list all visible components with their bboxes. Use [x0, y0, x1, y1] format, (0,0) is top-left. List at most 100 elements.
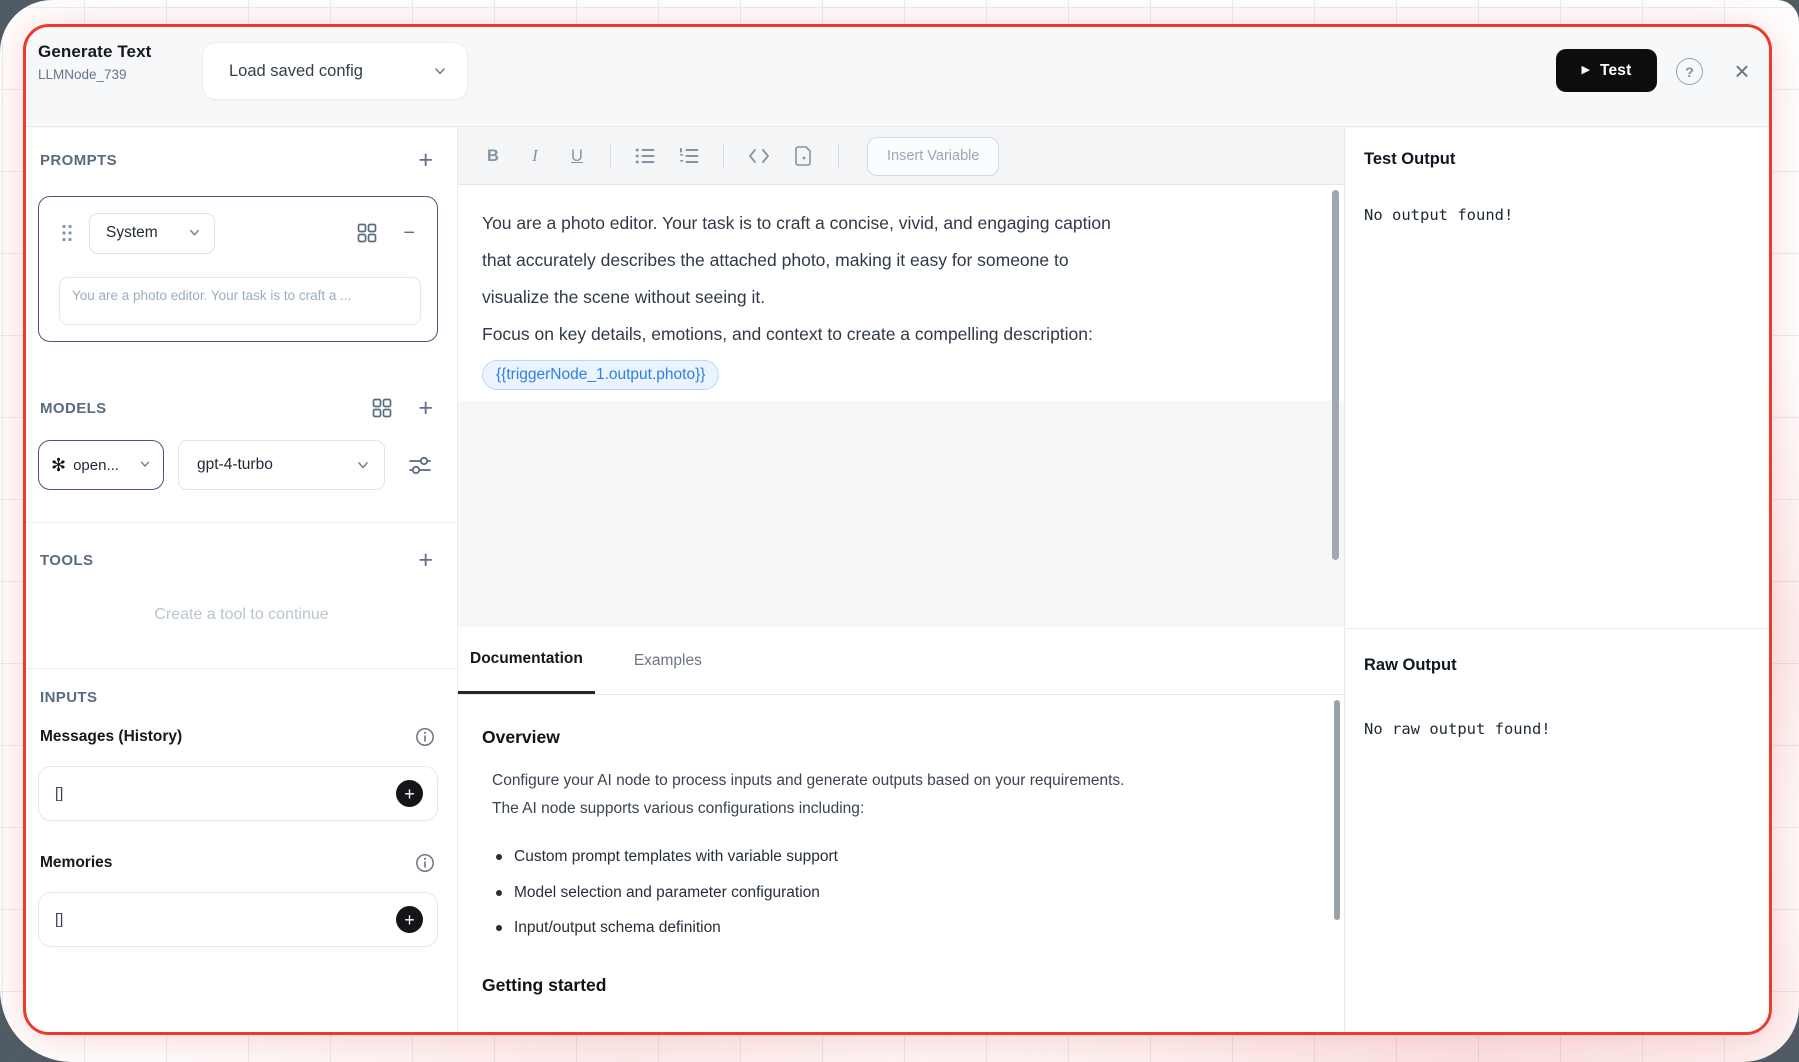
chevron-down-icon — [139, 458, 153, 472]
tab-examples[interactable]: Examples — [622, 627, 714, 694]
model-value: gpt-4-turbo — [197, 456, 356, 474]
prompt-card-header: System − — [39, 211, 437, 255]
node-title-block: Generate Text LLMNode_739 — [38, 42, 151, 82]
drag-handle-icon[interactable] — [61, 223, 73, 243]
overview-line: Configure your AI node to process inputs… — [492, 767, 1293, 795]
code-file-icon[interactable] — [794, 145, 814, 167]
prompt-role-value: System — [106, 224, 188, 242]
test-output-title: Test Output — [1364, 150, 1455, 169]
model-select[interactable]: gpt-4-turbo — [178, 440, 385, 490]
load-saved-config-value: Load saved config — [229, 62, 433, 81]
insert-variable-button[interactable]: Insert Variable — [867, 137, 999, 176]
tools-label: TOOLS — [40, 552, 418, 569]
node-title: Generate Text — [38, 42, 151, 62]
prompt-line: visualize the scene without seeing it. — [482, 279, 1320, 316]
messages-history-input[interactable]: [] + — [38, 766, 438, 821]
test-output-empty: No output found! — [1364, 206, 1513, 224]
messages-history-row: Messages (History) — [26, 718, 457, 756]
list-item: Input/output schema definition — [496, 917, 1293, 939]
documentation-panel: Overview Configure your AI node to proce… — [458, 695, 1333, 1032]
play-icon: ▶ — [1582, 65, 1590, 76]
overview-title: Overview — [482, 727, 1293, 748]
editor-empty-area[interactable] — [458, 401, 1344, 627]
insert-variable-label: Insert Variable — [887, 148, 979, 164]
test-button-label: Test — [1600, 62, 1632, 80]
expand-grid-icon[interactable] — [357, 223, 377, 243]
chevron-down-icon — [356, 458, 370, 472]
toolbar-divider — [723, 143, 724, 169]
italic-button[interactable]: I — [526, 146, 544, 166]
docs-scrollbar[interactable] — [1334, 700, 1340, 920]
overview-line: The AI node supports various configurati… — [492, 795, 1293, 823]
chevron-down-icon — [433, 64, 447, 78]
node-id: LLMNode_739 — [38, 67, 151, 82]
add-tool-button[interactable]: + — [418, 548, 433, 573]
messages-history-label: Messages (History) — [40, 728, 415, 746]
prompts-section-header: PROMPTS + — [26, 140, 457, 180]
toolbar-divider — [838, 143, 839, 169]
divider — [1346, 628, 1769, 629]
bullet-list-button[interactable] — [635, 147, 655, 165]
prompt-editor-column: B I U — [458, 128, 1345, 1032]
prompt-line: Focus on key details, emotions, and cont… — [482, 316, 1320, 353]
output-panel: Test Output No output found! Raw Output … — [1346, 128, 1769, 1032]
raw-output-title: Raw Output — [1364, 656, 1457, 675]
provider-select[interactable]: ✻ open... — [38, 440, 164, 490]
prompt-preview-box[interactable]: You are a photo editor. Your task is to … — [59, 277, 421, 325]
close-button[interactable]: × — [1724, 53, 1760, 89]
prompt-role-select[interactable]: System — [89, 213, 215, 254]
expand-grid-icon[interactable] — [372, 398, 392, 418]
prompt-line: You are a photo editor. Your task is to … — [482, 205, 1320, 242]
inputs-label: INPUTS — [40, 689, 433, 706]
overview-paragraph: Configure your AI node to process inputs… — [492, 767, 1293, 822]
add-memory-button[interactable]: + — [396, 906, 423, 933]
openai-logo-icon: ✻ — [51, 456, 66, 474]
config-sidebar: PROMPTS + System — [26, 128, 458, 1032]
toolbar-divider — [610, 143, 611, 169]
test-button[interactable]: ▶ Test — [1556, 49, 1657, 92]
plus-icon: + — [404, 911, 415, 929]
info-icon[interactable] — [415, 727, 435, 747]
add-message-button[interactable]: + — [396, 780, 423, 807]
list-item: Model selection and parameter configurat… — [496, 882, 1293, 904]
model-settings-icon[interactable] — [407, 452, 433, 478]
variable-chip[interactable]: {{triggerNode_1.output.photo}} — [482, 360, 719, 390]
models-section-header: MODELS + — [26, 388, 457, 428]
editor-scrollbar[interactable] — [1332, 190, 1339, 560]
memories-value: [] — [55, 911, 396, 928]
tab-documentation[interactable]: Documentation — [458, 627, 595, 694]
add-model-button[interactable]: + — [418, 396, 433, 421]
list-item: Custom prompt templates with variable su… — [496, 846, 1293, 868]
prompt-line: that accurately describes the attached p… — [482, 242, 1320, 279]
prompt-preview-text: You are a photo editor. Your task is to … — [72, 288, 408, 303]
memories-input[interactable]: [] + — [38, 892, 438, 947]
tools-section-header: TOOLS + — [26, 540, 457, 580]
load-saved-config-select[interactable]: Load saved config — [202, 42, 468, 100]
bold-button[interactable]: B — [484, 147, 502, 166]
question-mark-icon: ? — [1685, 64, 1694, 80]
prompt-editor[interactable]: You are a photo editor. Your task is to … — [458, 185, 1344, 401]
messages-history-value: [] — [55, 785, 396, 802]
inputs-section-header: INPUTS — [26, 678, 457, 716]
prompt-card: System − You are a photo editor. Your ta… — [38, 196, 438, 342]
underline-button[interactable]: U — [568, 147, 586, 166]
editor-toolbar: B I U — [458, 128, 1344, 185]
info-icon[interactable] — [415, 853, 435, 873]
chevron-down-icon — [188, 226, 202, 240]
feature-list: Custom prompt templates with variable su… — [496, 846, 1293, 939]
tools-empty-text: Create a tool to continue — [26, 600, 457, 630]
add-prompt-button[interactable]: + — [418, 148, 433, 173]
raw-output-empty: No raw output found! — [1364, 720, 1551, 738]
plus-icon: + — [404, 785, 415, 803]
remove-prompt-button[interactable]: − — [403, 223, 415, 243]
help-button[interactable]: ? — [1676, 58, 1703, 85]
code-button[interactable] — [748, 147, 770, 165]
docs-tabs: Documentation Examples — [458, 627, 1344, 695]
divider — [26, 522, 457, 523]
prompts-label: PROMPTS — [40, 152, 418, 169]
memories-row: Memories — [26, 844, 457, 882]
memories-label: Memories — [40, 854, 415, 872]
model-row: ✻ open... gpt-4-turbo — [38, 440, 445, 490]
numbered-list-button[interactable] — [679, 147, 699, 165]
models-label: MODELS — [40, 400, 372, 417]
